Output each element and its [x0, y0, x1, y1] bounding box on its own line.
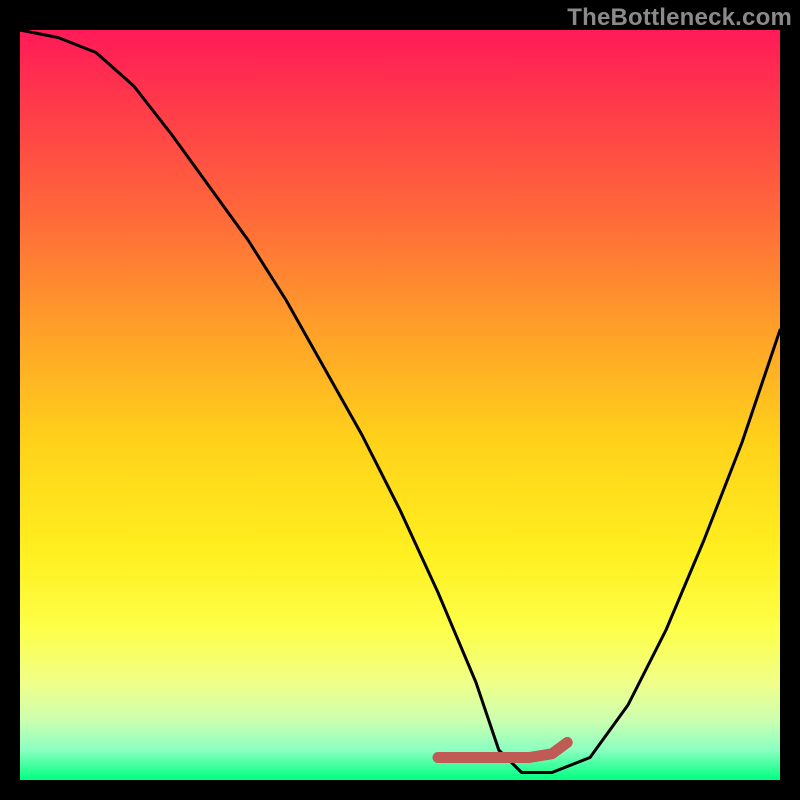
chart-plot-area: [20, 30, 780, 780]
optimal-segment-path: [438, 743, 567, 758]
bottleneck-curve-path: [20, 30, 780, 773]
watermark-label: TheBottleneck.com: [567, 4, 792, 32]
chart-svg: [20, 30, 780, 780]
